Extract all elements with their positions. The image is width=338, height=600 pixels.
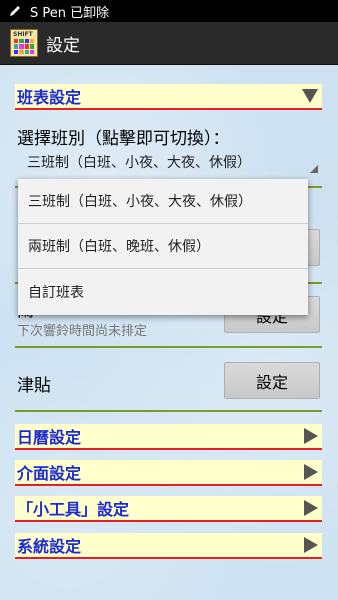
section-system-settings[interactable]: 系統設定: [15, 533, 322, 559]
triangle-right-icon: [304, 464, 318, 480]
pen-icon: [10, 6, 20, 16]
shift-type-dropdown: 三班制（白班、小夜、大夜、休假） 兩班制（白班、晚班、休假） 自訂班表: [18, 179, 308, 315]
app-logo-icon[interactable]: SHIFT: [10, 29, 38, 57]
shift-type-spinner[interactable]: 三班制（白班、小夜、大夜、休假）: [27, 152, 251, 172]
section-interface-settings-label: 介面設定: [17, 464, 82, 483]
dropdown-option-custom[interactable]: 自訂班表: [18, 269, 308, 314]
triangle-right-icon: [304, 428, 318, 444]
section-calendar-settings-label: 日曆設定: [17, 428, 82, 447]
divider: [15, 346, 322, 348]
dropdown-option-three-shift[interactable]: 三班制（白班、小夜、大夜、休假）: [18, 179, 308, 224]
dropdown-option-two-shift[interactable]: 兩班制（白班、晚班、休假）: [18, 224, 308, 269]
triangle-down-icon: [302, 89, 318, 103]
section-interface-settings[interactable]: 介面設定: [15, 460, 322, 486]
spinner-corner-icon: [310, 165, 318, 173]
calendar-grid-icon: [14, 39, 34, 54]
section-system-settings-label: 系統設定: [17, 537, 82, 556]
app-bar: SHIFT 設定: [0, 22, 338, 65]
page-title: 設定: [46, 35, 80, 56]
triangle-right-icon: [304, 500, 318, 516]
section-calendar-settings[interactable]: 日曆設定: [15, 424, 322, 450]
status-bar: S Pen 已卸除: [0, 0, 338, 22]
triangle-right-icon: [304, 537, 318, 553]
allowance-set-button[interactable]: 設定: [224, 362, 320, 399]
shift-select-heading: 選擇班別（點擊即可切換）：: [17, 129, 230, 149]
section-widget-settings-label: 「小工具」設定: [17, 500, 130, 519]
allowance-label: 津貼: [17, 376, 51, 396]
app-logo-text: SHIFT: [13, 31, 33, 38]
status-text: S Pen 已卸除: [30, 5, 110, 21]
section-shift-settings-label: 班表設定: [17, 88, 82, 107]
section-shift-settings[interactable]: 班表設定: [15, 84, 322, 110]
alarm-status-text: 下次響鈴時間尚未排定: [17, 324, 148, 339]
section-widget-settings[interactable]: 「小工具」設定: [15, 496, 322, 522]
divider: [15, 410, 322, 412]
